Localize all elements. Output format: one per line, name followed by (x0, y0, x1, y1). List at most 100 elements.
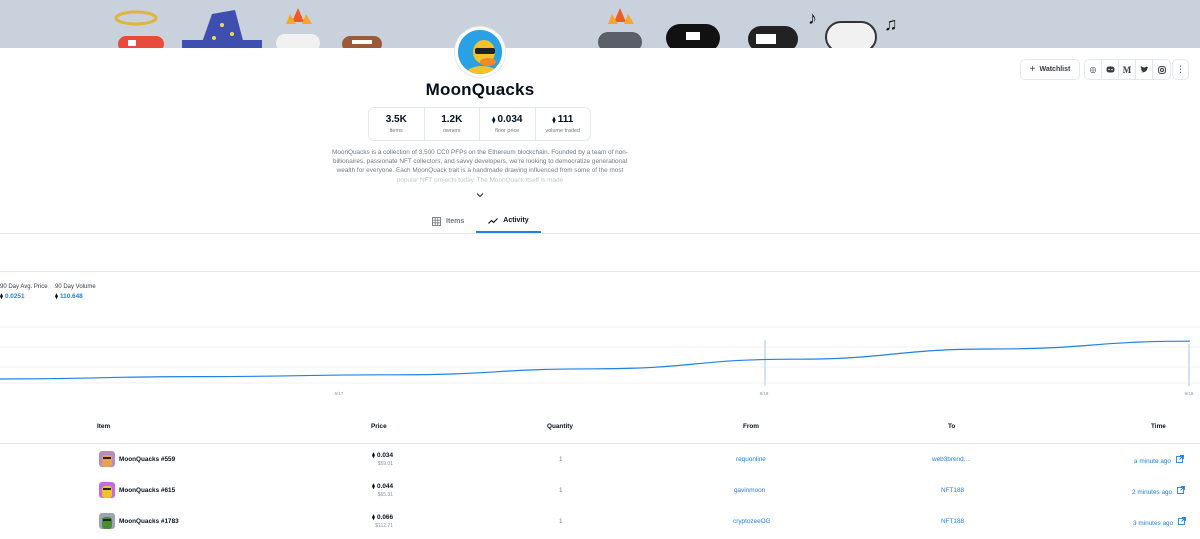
stat-floor-price[interactable]: ⧫ 0.034 floor price (480, 108, 536, 140)
x-tick-label: 6/19 (1185, 391, 1194, 396)
more-icon[interactable]: ⋮ (1172, 59, 1189, 80)
stat-volume-traded[interactable]: ⧫ 111 volume traded (536, 108, 591, 140)
time-text: a minute ago (1134, 458, 1171, 465)
collection-tabs: Items Activity (420, 210, 541, 233)
external-link-icon (1177, 517, 1186, 527)
tab-activity[interactable]: Activity (476, 210, 541, 233)
filter-divider (0, 271, 1200, 272)
time-link[interactable]: a minute ago (1134, 455, 1184, 465)
stat-value-wrap: ⧫ 111 (552, 114, 573, 125)
table-row[interactable]: MoonQuacks #559 ⧫ 0.034 $59.01 1 requonli… (0, 444, 1200, 475)
external-link-icon (1176, 486, 1185, 496)
discord-icon[interactable] (1102, 60, 1119, 79)
quantity: 1 (559, 487, 563, 494)
to-link[interactable]: NFT188 (941, 487, 964, 494)
price-value-wrap: ⧫ 0.044 (369, 483, 393, 490)
nft-thumbnail[interactable] (99, 451, 115, 467)
eth-icon: ⧫ (492, 117, 496, 124)
tab-divider (0, 233, 1200, 234)
eth-icon: ⧫ (372, 484, 375, 490)
grid-icon (432, 217, 441, 226)
price-value: 0.034 (377, 452, 393, 459)
price-cell: ⧫ 0.066 $112.71 (369, 514, 393, 529)
duck-icon (458, 30, 502, 74)
price-value-wrap: ⧫ 0.066 (369, 514, 393, 521)
stat-value-wrap: ⧫ 0.034 (492, 114, 523, 125)
eth-icon: ⧫ (552, 117, 556, 124)
from-link[interactable]: requonline (736, 456, 766, 463)
stat-items[interactable]: 3.5K items (369, 108, 425, 140)
stat-value: 3.5K (385, 114, 407, 125)
header-from: From (743, 423, 759, 430)
stat-label: items (389, 128, 403, 134)
stat-owners[interactable]: 1.2K owners (425, 108, 480, 140)
header-time: Time (1151, 423, 1166, 430)
table-row[interactable]: MoonQuacks #1783 ⧫ 0.066 $112.71 1 crypto… (0, 506, 1200, 537)
eth-icon: ⧫ (55, 294, 58, 300)
activity-icon (488, 217, 499, 224)
header-quantity: Quantity (547, 423, 573, 430)
item-name[interactable]: MoonQuacks #615 (119, 487, 175, 494)
activity-table-header: Item Price Quantity From To Time (0, 418, 1200, 444)
svg-text:♫: ♫ (884, 14, 898, 34)
stat-value: 111 (557, 114, 574, 125)
social-links: ◎ M (1084, 59, 1171, 80)
tab-items[interactable]: Items (420, 210, 476, 233)
watchlist-label: Watchlist (1039, 66, 1071, 73)
table-row[interactable]: MoonQuacks #615 ⧫ 0.044 $65.31 1 gavinmoo… (0, 475, 1200, 506)
eth-icon: ⧫ (372, 515, 375, 521)
watchlist-button[interactable]: + Watchlist (1020, 59, 1080, 80)
header-to: To (948, 423, 956, 430)
price-value: 0.066 (377, 514, 393, 521)
kpi-label: 90 Day Avg. Price (0, 284, 48, 290)
collection-banner: ♪ ♫ (0, 0, 1200, 48)
price-history-chart[interactable]: 6/17 6/18 6/19 (0, 320, 1200, 400)
eth-icon: ⧫ (372, 453, 375, 459)
price-usd: $59.01 (377, 461, 393, 467)
price-value-wrap: ⧫ 0.034 (369, 452, 393, 459)
twitter-icon[interactable] (1136, 60, 1153, 79)
kpi-label: 90 Day Volume (55, 284, 96, 290)
chevron-down-icon[interactable] (475, 191, 485, 201)
nft-thumbnail[interactable] (99, 513, 115, 529)
from-link[interactable]: cryptozeeOG (733, 518, 771, 525)
nft-thumbnail[interactable] (99, 482, 115, 498)
price-usd: $65.31 (377, 492, 393, 498)
from-link[interactable]: gavinmoon (734, 487, 765, 494)
eth-icon: ⧫ (0, 294, 3, 300)
price-usd: $112.71 (375, 523, 393, 529)
tab-label: Items (446, 218, 465, 225)
to-link[interactable]: web3brend… (932, 456, 970, 463)
header-price: Price (371, 423, 387, 430)
item-name[interactable]: MoonQuacks #1783 (119, 518, 179, 525)
svg-text:♪: ♪ (808, 8, 817, 28)
stat-value: 1.2K (441, 114, 463, 125)
header-item: Item (97, 423, 111, 430)
kpi-volume: 90 Day Volume ⧫ 110.648 (55, 284, 96, 300)
medium-icon[interactable]: M (1119, 60, 1136, 79)
description-fade (330, 170, 630, 188)
time-link[interactable]: 3 minutes ago (1133, 517, 1186, 527)
stat-label: owners (442, 128, 461, 134)
item-name[interactable]: MoonQuacks #559 (119, 456, 175, 463)
external-link-icon (1175, 455, 1184, 465)
kpi-avg-price: 90 Day Avg. Price ⧫ 0.0251 (0, 284, 48, 300)
stat-label: volume traded (545, 128, 581, 134)
volume-bar (1188, 344, 1190, 386)
collection-title: MoonQuacks (425, 80, 535, 99)
x-tick-label: 6/18 (760, 391, 769, 396)
kpi-value: 0.0251 (4, 293, 25, 300)
kpi-value-wrap: ⧫ 0.0251 (0, 293, 48, 300)
instagram-icon[interactable] (1153, 60, 1170, 79)
tab-label: Activity (503, 217, 529, 224)
to-link[interactable]: NFT188 (941, 518, 964, 525)
collection-avatar (455, 27, 505, 77)
plus-icon: + (1029, 64, 1036, 75)
globe-icon[interactable]: ◎ (1085, 60, 1102, 79)
time-link[interactable]: 2 minutes ago (1132, 486, 1185, 496)
stat-value: 0.034 (497, 114, 523, 125)
quantity: 1 (559, 518, 563, 525)
stat-label: floor price (495, 128, 520, 134)
quantity: 1 (559, 456, 563, 463)
banner-artwork: ♪ ♫ (114, 8, 898, 48)
